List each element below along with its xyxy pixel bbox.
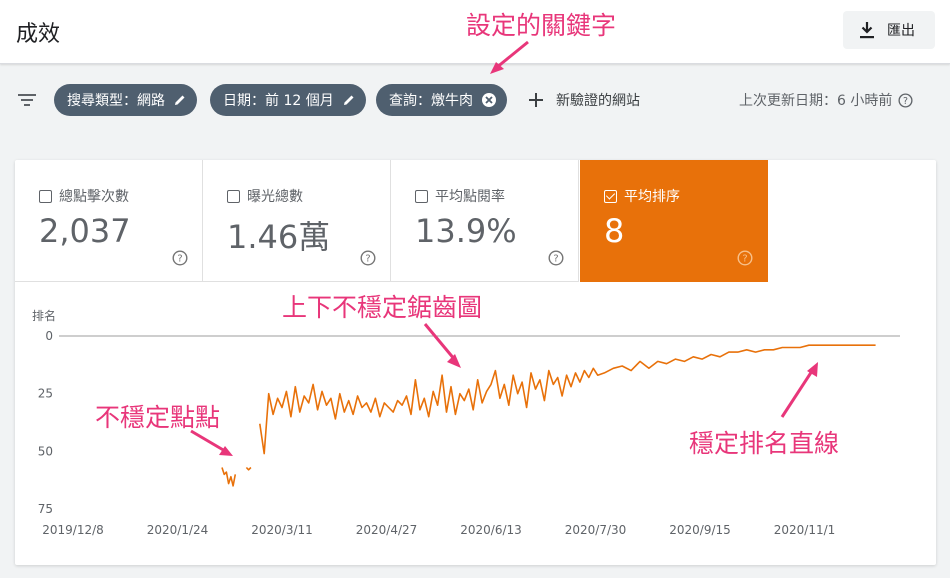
pencil-icon[interactable] bbox=[173, 93, 187, 107]
chip-label: 日期：前 12 個月 bbox=[223, 93, 334, 109]
annotation-stable-line: 穩定排名直線 bbox=[689, 429, 840, 458]
y-tick-label: 50 bbox=[38, 444, 53, 458]
filter-chip-query[interactable]: 查詢：燉牛肉 bbox=[376, 84, 507, 116]
annotation-arrow-stable bbox=[780, 362, 818, 418]
metric-label: 平均點閱率 bbox=[435, 189, 505, 205]
metric-value: 13.9% bbox=[415, 212, 517, 250]
help-icon[interactable]: ? bbox=[360, 250, 376, 266]
download-icon bbox=[860, 22, 874, 39]
export-button[interactable]: 匯出 bbox=[843, 11, 935, 49]
y-tick-label: 75 bbox=[38, 502, 53, 516]
checkbox-icon[interactable] bbox=[227, 189, 240, 203]
metric-value: 8 bbox=[604, 212, 625, 250]
x-tick-label: 2019/12/8 bbox=[42, 523, 104, 537]
metric-label: 總點擊次數 bbox=[59, 189, 129, 205]
pencil-icon[interactable] bbox=[342, 93, 356, 107]
x-tick-label: 2020/1/24 bbox=[147, 523, 209, 537]
export-label: 匯出 bbox=[887, 23, 915, 39]
metric-header: 總點擊次數 bbox=[39, 186, 129, 206]
svg-text:?: ? bbox=[903, 95, 908, 106]
last-update-text: 上次更新日期：6 小時前 bbox=[739, 93, 893, 109]
annotation-arrow-sawtooth bbox=[423, 323, 461, 368]
plus-icon bbox=[529, 93, 543, 107]
x-tick-label: 2020/3/11 bbox=[251, 523, 313, 537]
x-tick-label: 2020/4/27 bbox=[356, 523, 418, 537]
metric-value: 1.46萬 bbox=[227, 218, 331, 256]
add-site-label: 新驗證的網站 bbox=[556, 93, 640, 109]
checkbox-icon[interactable] bbox=[39, 189, 52, 203]
metric-header: 平均點閱率 bbox=[415, 186, 505, 206]
help-icon[interactable]: ? bbox=[548, 250, 564, 266]
filter-chip-date[interactable]: 日期：前 12 個月 bbox=[210, 84, 366, 116]
checkbox-icon[interactable] bbox=[415, 189, 428, 203]
x-tick-label: 2020/6/13 bbox=[460, 523, 522, 537]
page-title: 成效 bbox=[16, 22, 61, 47]
chip-label: 搜尋類型：網路 bbox=[67, 93, 165, 109]
annotation-keyword-setting: 設定的關鍵字 bbox=[466, 11, 617, 40]
last-update-status: 上次更新日期：6 小時前 ? bbox=[739, 90, 913, 110]
metric-card-impressions[interactable]: 曝光總數 1.46萬 ? bbox=[203, 160, 391, 282]
y-tick-label: 25 bbox=[38, 387, 53, 401]
metric-header: 平均排序 bbox=[604, 186, 680, 206]
metric-card-ctr[interactable]: 平均點閱率 13.9% ? bbox=[391, 160, 579, 282]
x-tick-label: 2020/9/15 bbox=[669, 523, 731, 537]
metric-label: 曝光總數 bbox=[247, 189, 303, 205]
metric-value: 2,037 bbox=[39, 212, 131, 250]
help-icon[interactable]: ? bbox=[898, 92, 913, 108]
metric-header: 曝光總數 bbox=[227, 186, 303, 206]
filter-chip-search-type[interactable]: 搜尋類型：網路 bbox=[54, 84, 197, 116]
y-axis-label: 排名 bbox=[32, 308, 56, 323]
y-tick-label: 0 bbox=[45, 329, 53, 343]
help-icon[interactable]: ? bbox=[172, 250, 188, 266]
series-line-segment bbox=[221, 467, 237, 487]
metric-card-average-position[interactable]: 平均排序 8 ? bbox=[580, 160, 768, 282]
svg-text:?: ? bbox=[177, 254, 182, 265]
svg-text:?: ? bbox=[365, 254, 370, 265]
svg-text:?: ? bbox=[742, 254, 747, 265]
help-icon[interactable]: ? bbox=[737, 250, 753, 266]
x-tick-label: 2020/7/30 bbox=[565, 523, 627, 537]
series-line-segment bbox=[245, 466, 252, 471]
filter-bar: 搜尋類型：網路 日期：前 12 個月 查詢：燉牛肉 新驗證的網站 上次更新日期：… bbox=[0, 70, 950, 130]
filter-icon[interactable] bbox=[17, 92, 37, 108]
close-circle-icon[interactable] bbox=[481, 92, 497, 108]
checkbox-checked-icon[interactable] bbox=[604, 189, 617, 203]
metric-label: 平均排序 bbox=[624, 189, 680, 205]
chip-label: 查詢：燉牛肉 bbox=[389, 93, 473, 109]
metric-card-total-clicks[interactable]: 總點擊次數 2,037 ? bbox=[15, 160, 203, 282]
svg-text:?: ? bbox=[553, 254, 558, 265]
annotation-arrow-dots bbox=[190, 429, 233, 456]
x-tick-label: 2020/11/1 bbox=[774, 523, 836, 537]
add-new-site-button[interactable]: 新驗證的網站 bbox=[528, 90, 640, 110]
